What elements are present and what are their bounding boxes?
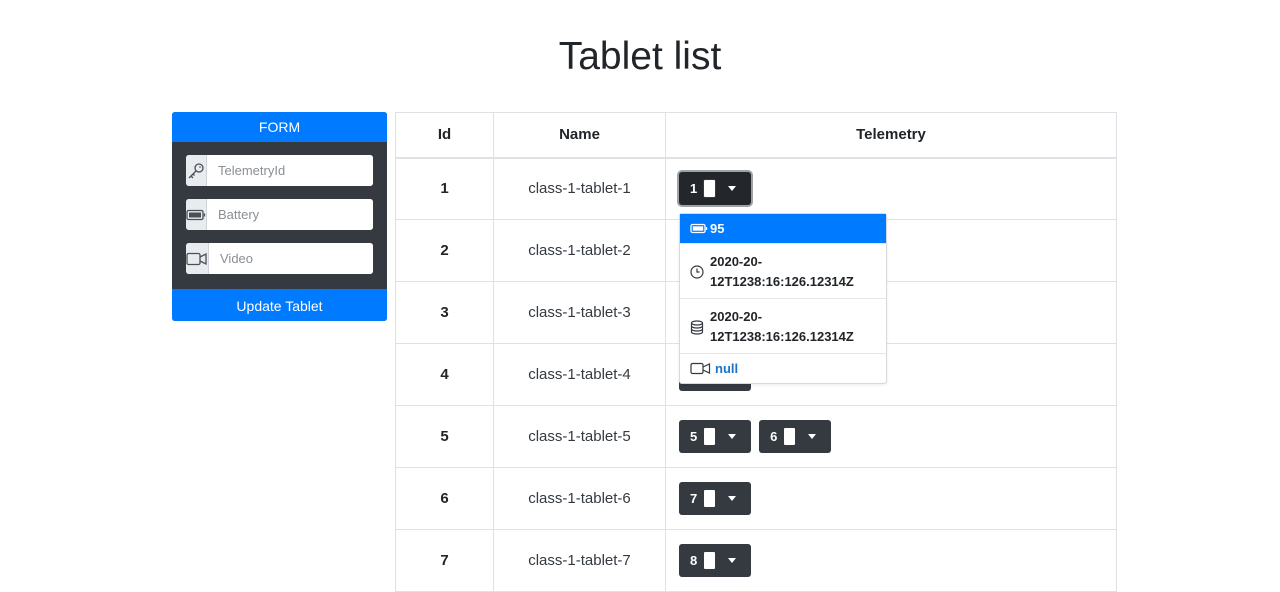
caret-down-icon [728, 186, 737, 192]
clock-icon [690, 252, 710, 292]
page-title: Tablet list [558, 35, 722, 78]
row-name: class-1-tablet-7 [493, 529, 666, 592]
table-row: 1 class-1-tablet-1 1 [395, 157, 1117, 220]
dropdown-item-timestamp[interactable]: 2020-20- 12T1238:16:126.12314Z [680, 244, 886, 299]
update-tablet-button[interactable]: Update Tablet [172, 289, 387, 321]
telemetry-id-input[interactable] [207, 155, 373, 186]
row-id: 3 [395, 281, 494, 344]
column-header-telemetry: Telemetry [665, 112, 1117, 159]
timestamp-line-2: 12T1238:16:126.12314Z [710, 329, 854, 344]
dropdown-item-database[interactable]: 2020-20- 12T1238:16:126.12314Z [680, 299, 886, 354]
telemetry-id-label: 8 [690, 553, 698, 568]
video-input[interactable] [209, 243, 373, 274]
row-telemetry: 7 [665, 467, 1117, 530]
battery-icon [186, 199, 207, 230]
video-camera-icon [186, 243, 209, 274]
timestamp-line-1: 2020-20- [710, 254, 763, 269]
telemetry-dropdown-button[interactable]: 7 [679, 482, 751, 515]
row-name: class-1-tablet-4 [493, 343, 666, 406]
row-name: class-1-tablet-2 [493, 219, 666, 282]
row-id: 1 [395, 157, 494, 220]
tablet-icon [703, 179, 717, 199]
table-row: 5 class-1-tablet-5 5 6 [395, 405, 1117, 468]
telemetry-dropdown-button[interactable]: 6 [759, 420, 832, 453]
video-field [186, 243, 373, 274]
row-id: 6 [395, 467, 494, 530]
battery-icon [690, 223, 710, 234]
form-header: FORM [172, 112, 387, 142]
battery-field [186, 199, 373, 230]
caret-down-icon [728, 434, 737, 439]
telemetry-dropdown-button[interactable]: 8 [679, 544, 751, 577]
database-icon [690, 307, 710, 347]
telemetry-id-label: 5 [690, 429, 698, 444]
row-name: class-1-tablet-3 [493, 281, 666, 344]
table-row: 7 class-1-tablet-7 8 [395, 529, 1117, 592]
tablet-icon [703, 489, 717, 508]
video-value: null [715, 361, 739, 376]
telemetry-dropdown-menu: 95 2020-20- 12T1238:16:126.12314Z 2020-2… [679, 213, 887, 384]
telemetry-dropdown-button[interactable]: 5 [679, 420, 751, 453]
telemetry-id-label: 7 [690, 491, 698, 506]
database-timestamp-value: 2020-20- 12T1238:16:126.12314Z [710, 307, 854, 347]
row-id: 5 [395, 405, 494, 468]
timestamp-value: 2020-20- 12T1238:16:126.12314Z [710, 252, 854, 292]
battery-value: 95 [710, 221, 725, 236]
row-name: class-1-tablet-6 [493, 467, 666, 530]
column-header-name: Name [493, 112, 666, 159]
table-header-row: Id Name Telemetry [395, 112, 1117, 159]
row-name: class-1-tablet-5 [493, 405, 666, 468]
timestamp-line-1: 2020-20- [710, 309, 763, 324]
battery-input[interactable] [207, 199, 373, 230]
tablet-form: FORM Update Table [172, 112, 387, 321]
dropdown-item-video[interactable]: null [680, 354, 886, 383]
table-row: 6 class-1-tablet-6 7 [395, 467, 1117, 530]
timestamp-line-2: 12T1238:16:126.12314Z [710, 274, 854, 289]
dropdown-item-battery[interactable]: 95 [680, 214, 886, 244]
caret-down-icon [728, 496, 737, 501]
video-camera-icon [690, 362, 715, 375]
tablet-icon [703, 551, 717, 570]
tablet-icon [703, 427, 717, 446]
caret-down-icon [808, 434, 817, 439]
telemetry-id-label: 6 [770, 429, 778, 444]
key-icon [186, 155, 207, 186]
row-telemetry: 8 [665, 529, 1117, 592]
row-name: class-1-tablet-1 [493, 157, 666, 220]
row-id: 2 [395, 219, 494, 282]
row-id: 4 [395, 343, 494, 406]
column-header-id: Id [395, 112, 494, 159]
row-telemetry: 1 [665, 157, 1117, 220]
telemetry-dropdown-button[interactable]: 1 [679, 172, 751, 206]
row-telemetry: 5 6 [665, 405, 1117, 468]
telemetry-id-field [186, 155, 373, 186]
caret-down-icon [728, 558, 737, 563]
telemetry-id-label: 1 [690, 181, 698, 197]
row-id: 7 [395, 529, 494, 592]
tablet-icon [783, 427, 797, 446]
